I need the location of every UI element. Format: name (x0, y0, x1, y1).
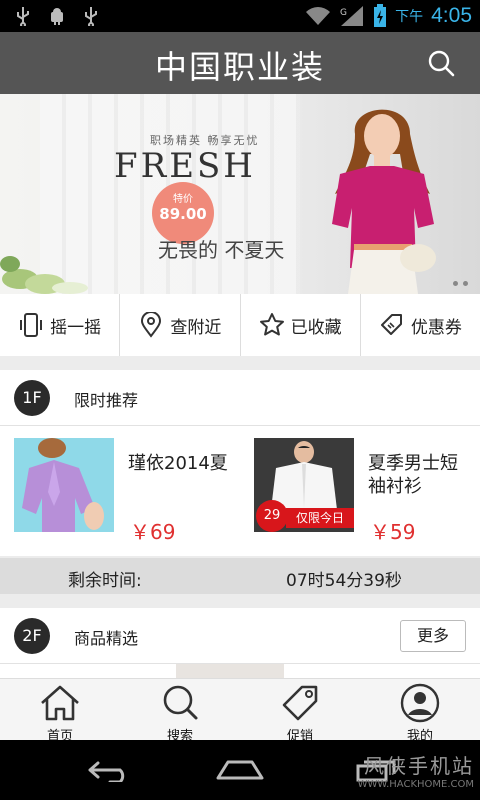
status-left-icons (14, 6, 100, 26)
nearby-button[interactable]: 查附近 (120, 294, 241, 356)
floor-1-badge: 1F (14, 380, 50, 416)
countdown-value: 07时54分39秒 (286, 571, 402, 591)
product-name: 瑾依2014夏 (128, 453, 228, 474)
home-icon (41, 685, 79, 721)
usb-icon (17, 7, 29, 26)
floor-1-title: 限时推荐 (74, 391, 139, 410)
floor-2-title: 商品精选 (74, 629, 139, 648)
nav-home[interactable]: 首页 (0, 679, 120, 744)
status-time: 4:05 (431, 4, 472, 27)
search-icon[interactable] (426, 48, 456, 78)
product-card[interactable]: 瑾依2014夏 ￥69 (0, 438, 240, 544)
watermark: 风侠手机站 WWW.HACKHOME.COM (358, 750, 474, 790)
back-icon[interactable] (80, 758, 132, 782)
ribbon-label: 仅限今日 (286, 508, 354, 528)
android-debug-icon (51, 8, 63, 25)
search-icon (163, 685, 198, 720)
watermark-url: WWW.HACKHOME.COM (357, 779, 474, 790)
battery-charging-icon (374, 4, 387, 27)
banner-headline: FRESH (114, 146, 256, 186)
product-price: ￥69 (130, 520, 176, 544)
watermark-title: 风侠手机站 (364, 754, 474, 778)
nav-search[interactable]: 搜索 (120, 679, 240, 744)
shake-label: 摇一摇 (50, 317, 102, 338)
status-ampm: 下午 (395, 9, 424, 25)
banner-page-indicator (453, 281, 468, 286)
bottom-nav: 首页 搜索 促销 我的 (0, 678, 480, 744)
product-card[interactable]: 29 仅限今日 夏季男士短袖衬衫 ￥59 (240, 438, 480, 544)
page-dot (463, 281, 468, 286)
shake-button[interactable]: 摇一摇 (0, 294, 121, 356)
banner-price-prefix: 特价 (173, 194, 193, 205)
svg-text:G: G (340, 8, 347, 18)
countdown-bar: 剩余时间: 07时54分39秒 (0, 558, 480, 594)
ribbon-price-badge: 29 (256, 500, 288, 532)
product-name: 夏季男士短袖衬衫 (368, 453, 458, 497)
usb-icon (85, 7, 97, 26)
page-dot (453, 281, 458, 286)
coupon-tag-icon (380, 314, 402, 335)
banner-slogan: 无畏的 不夏天 (158, 238, 285, 262)
status-right-icons: G 下午 4:05 (305, 3, 472, 29)
page-title: 中国职业装 (154, 48, 325, 86)
product-image (14, 438, 114, 532)
flash-sale-products: 瑾依2014夏 ￥69 29 仅限今日 夏季男士短袖衬衫 ￥59 (0, 426, 480, 556)
favorites-label: 已收藏 (290, 317, 342, 338)
home-button-icon[interactable] (214, 758, 266, 782)
nav-promotions[interactable]: 促销 (240, 679, 360, 744)
banner-price: 89.00 (159, 205, 207, 223)
coupons-button[interactable]: 优惠券 (361, 294, 480, 356)
coupons-label: 优惠券 (410, 317, 462, 338)
system-nav-bar: 风侠手机站 WWW.HACKHOME.COM (0, 740, 480, 800)
favorites-button[interactable]: 已收藏 (241, 294, 361, 356)
location-pin-icon (141, 312, 162, 338)
shake-phone-icon (20, 313, 43, 337)
wifi-icon (306, 7, 331, 25)
floor-2-header: 2F 商品精选 更多 (0, 608, 480, 664)
nav-profile[interactable]: 我的 (360, 679, 480, 744)
more-button[interactable]: 更多 (400, 620, 466, 652)
promo-banner[interactable]: 职场精英 畅享无忧 FRESH 特价 89.00 无畏的 不夏天 (0, 94, 480, 294)
floor-2-badge: 2F (14, 618, 50, 654)
countdown-label: 剩余时间: (68, 571, 142, 591)
star-icon (259, 313, 284, 336)
nearby-label: 查附近 (170, 317, 222, 338)
plant-decoration (0, 256, 88, 294)
banner-model-image (332, 109, 436, 294)
status-bar: G 下午 4:05 (0, 0, 480, 32)
quick-actions: 摇一摇 查附近 已收藏 优惠券 (0, 294, 480, 356)
floor-1-header: 1F 限时推荐 (0, 370, 480, 426)
user-icon (400, 683, 440, 723)
tag-icon (282, 685, 318, 721)
product-price: ￥59 (370, 520, 416, 544)
signal-icon: G (340, 6, 364, 26)
title-bar: 中国职业装 (0, 32, 480, 94)
